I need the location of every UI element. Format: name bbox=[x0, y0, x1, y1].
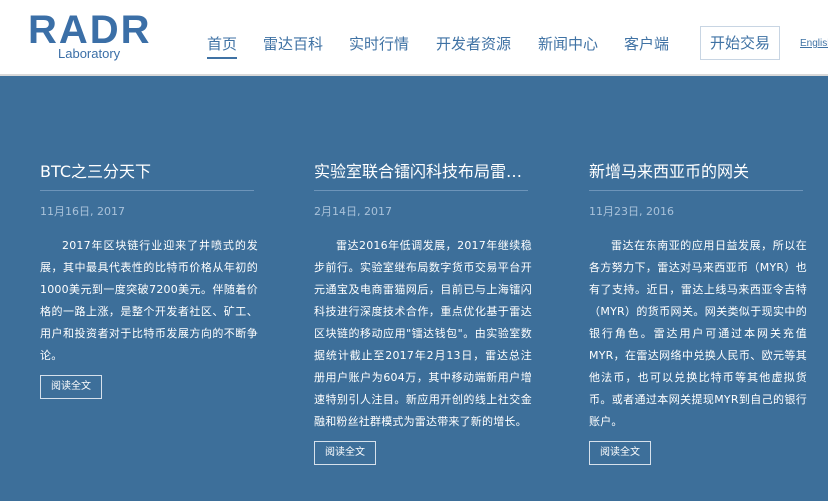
title-divider bbox=[589, 190, 803, 191]
article-date: 11月23日, 2016 bbox=[589, 205, 674, 218]
nav-radar-wiki[interactable]: 雷达百科 bbox=[263, 34, 323, 54]
site-header: RADR Laboratory 首页 雷达百科 实时行情 开发者资源 新闻中心 … bbox=[0, 0, 828, 76]
language-link[interactable]: English bbox=[800, 38, 828, 49]
nav-news[interactable]: 新闻中心 bbox=[538, 34, 598, 54]
news-article: 实验室联合镭闪科技布局雷达钱包 2月14日, 2017 雷达2016年低调发展，… bbox=[314, 160, 532, 465]
article-title[interactable]: 新增马来西亚币的网关 bbox=[589, 160, 807, 184]
nav-home[interactable]: 首页 bbox=[207, 34, 238, 59]
news-article: BTC之三分天下 11月16日, 2017 2017年区块链行业迎来了井喷式的发… bbox=[40, 160, 258, 399]
start-trading-button[interactable]: 开始交易 bbox=[700, 26, 780, 60]
article-excerpt: 雷达2016年低调发展，2017年继续稳步前行。实验室继布局数字货币交易平台开元… bbox=[314, 239, 532, 428]
title-divider bbox=[314, 190, 528, 191]
article-date: 2月14日, 2017 bbox=[314, 205, 392, 218]
read-more-button[interactable]: 阅读全文 bbox=[40, 375, 102, 399]
article-excerpt: 雷达在东南亚的应用日益发展，所以在各方努力下，雷达对马来西亚币（MYR）也有了支… bbox=[589, 239, 807, 428]
read-more-button[interactable]: 阅读全文 bbox=[589, 441, 651, 465]
title-divider bbox=[40, 190, 254, 191]
article-title[interactable]: 实验室联合镭闪科技布局雷达钱包 bbox=[314, 160, 532, 184]
nav-client[interactable]: 客户端 bbox=[624, 34, 669, 54]
read-more-button[interactable]: 阅读全文 bbox=[314, 441, 376, 465]
article-title[interactable]: BTC之三分天下 bbox=[40, 160, 258, 184]
radr-logo[interactable]: RADR Laboratory bbox=[28, 8, 164, 64]
article-date: 11月16日, 2017 bbox=[40, 205, 125, 218]
article-excerpt: 2017年区块链行业迎来了井喷式的发展，其中最具代表性的比特币价格从年初的100… bbox=[40, 239, 258, 362]
nav-developers[interactable]: 开发者资源 bbox=[436, 34, 511, 54]
logo-subtitle: Laboratory bbox=[58, 46, 121, 61]
news-article: 新增马来西亚币的网关 11月23日, 2016 雷达在东南亚的应用日益发展，所以… bbox=[589, 160, 807, 465]
nav-market[interactable]: 实时行情 bbox=[349, 34, 409, 54]
